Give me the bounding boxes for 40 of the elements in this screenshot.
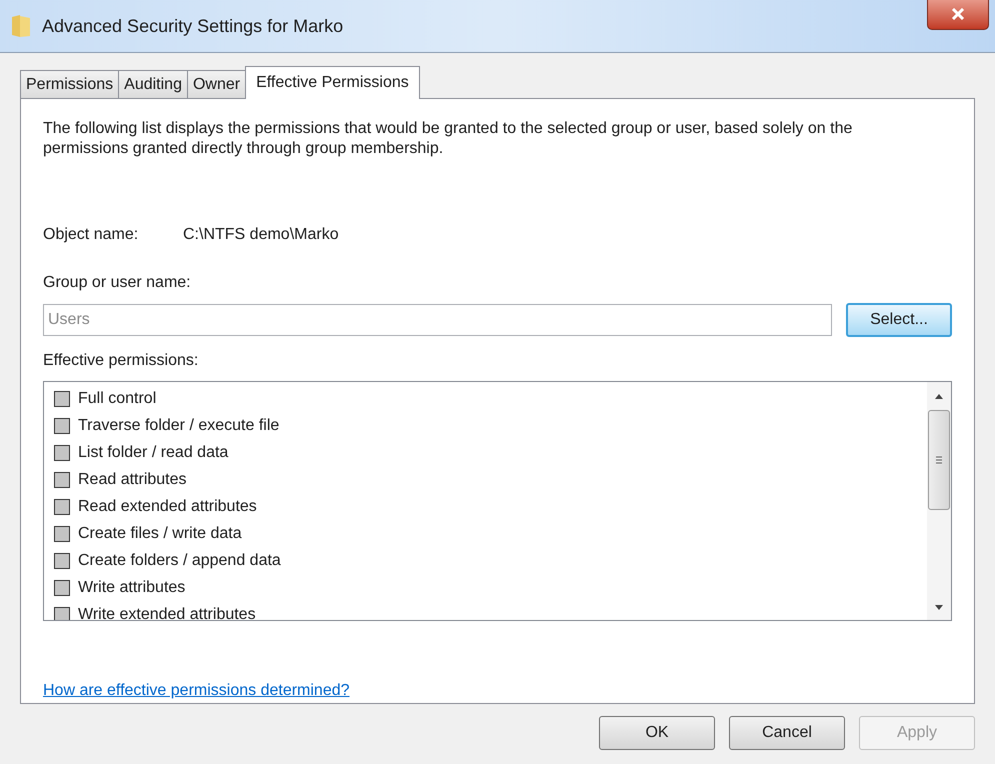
object-name-value: C:\NTFS demo\Marko (183, 225, 339, 245)
permissions-label: Effective permissions: (43, 351, 198, 371)
description-text: The following list displays the permissions that would be granted to the selected group or user, based solely on the permissions granted directly through group membership. (43, 119, 854, 159)
permission-label: Read extended attributes (78, 496, 257, 516)
checkbox[interactable] (54, 472, 70, 488)
window-title: Advanced Security Settings for Marko (42, 14, 344, 38)
checkbox[interactable] (54, 580, 70, 596)
permission-label: Write extended attributes (78, 604, 256, 620)
object-name-label: Object name: (43, 225, 140, 245)
checkbox[interactable] (54, 498, 70, 514)
close-button[interactable] (927, 0, 989, 30)
permission-label: Traverse folder / execute file (78, 416, 280, 436)
folder-icon (10, 13, 32, 39)
group-field[interactable]: Users (43, 304, 832, 336)
checkbox[interactable] (54, 552, 70, 568)
checkbox[interactable] (54, 444, 70, 460)
permission-label: Read attributes (78, 470, 187, 490)
group-label: Group or user name: (43, 273, 191, 293)
checkbox[interactable] (54, 390, 70, 406)
close-icon (951, 8, 965, 20)
permission-label: Full control (78, 388, 156, 408)
scroll-up-icon[interactable] (934, 392, 944, 400)
scroll-down-icon[interactable] (934, 604, 944, 612)
scroll-thumb[interactable] (928, 410, 950, 510)
permission-label: Create files / write data (78, 524, 242, 544)
checkbox[interactable] (54, 606, 70, 620)
permission-label: Write attributes (78, 578, 186, 598)
tab[interactable]: Effective Permissions (245, 66, 420, 99)
tab[interactable]: Owner (186, 70, 246, 98)
tab[interactable]: Auditing (118, 70, 188, 98)
tab[interactable]: Permissions (20, 70, 120, 98)
permission-label: List folder / read data (78, 442, 228, 462)
permission-label: Create folders / append data (78, 550, 281, 570)
checkbox[interactable] (54, 526, 70, 542)
dialog-button[interactable]: OK (599, 716, 715, 750)
scrollbar[interactable] (927, 382, 951, 620)
dialog-button[interactable]: Cancel (729, 716, 845, 750)
checkbox[interactable] (54, 418, 70, 434)
help-link[interactable]: How are effective permissions determined? (43, 679, 350, 703)
select-button[interactable]: Select... (846, 303, 952, 337)
